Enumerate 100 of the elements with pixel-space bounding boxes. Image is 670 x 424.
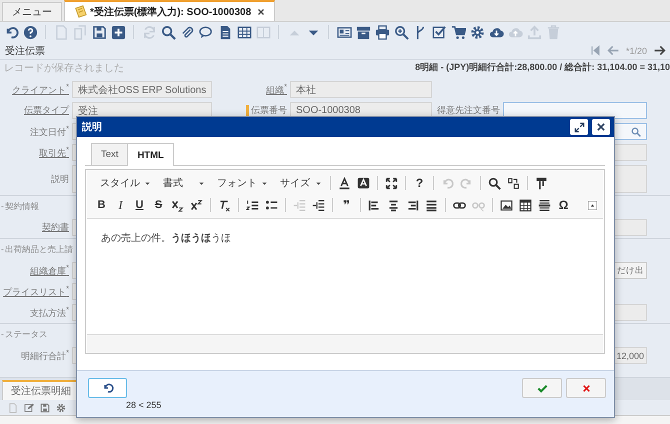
upload-icon: [526, 24, 542, 40]
document-tab[interactable]: メニュー: [2, 2, 62, 21]
editor-text: あの売上の件。うほうほうほ: [101, 232, 232, 245]
add-button[interactable]: [110, 24, 126, 40]
background-color-icon: [357, 176, 370, 190]
text-color-icon: [338, 176, 351, 190]
archive-icon: [356, 24, 370, 40]
trash-icon: [546, 24, 560, 40]
copy-icon: [72, 24, 88, 40]
subscript-icon: [171, 198, 184, 212]
clear-format-icon: [218, 198, 231, 212]
bulleted-list-icon: [265, 198, 278, 212]
format-button[interactable]: B: [93, 196, 110, 214]
window-title: 受注伝票: [5, 44, 45, 58]
help-button[interactable]: [22, 24, 38, 40]
collapse-toolbar-icon[interactable]: [588, 200, 597, 210]
table-icon: [519, 198, 532, 212]
align-center-icon: [387, 198, 400, 212]
cart-button[interactable]: [450, 24, 466, 40]
gear-button[interactable]: [469, 24, 485, 40]
format-dropdown[interactable]: 書式: [156, 174, 208, 192]
search-button[interactable]: [160, 24, 176, 40]
edit-icon: [24, 402, 34, 412]
template-icon: [535, 176, 548, 190]
format-button[interactable]: ?: [411, 174, 428, 192]
new-document-icon: [8, 402, 18, 412]
grid-icon: [236, 24, 252, 40]
search-icon: [488, 176, 501, 190]
field-label: 明細行合計$^{*}$: [21, 348, 69, 363]
undo-icon: [441, 176, 454, 190]
replace-icon: [507, 176, 520, 190]
search-icon: [631, 126, 641, 136]
document-tab[interactable]: *受注伝票(標準入力): SOO-1000308: [64, 0, 276, 21]
field-label[interactable]: クライアント$^{*}$: [12, 82, 69, 97]
justify-icon: [425, 198, 438, 212]
field-label[interactable]: 取引先$^{*}$: [39, 145, 69, 160]
field-label[interactable]: 伝票タイプ: [24, 104, 69, 117]
help-icon: [22, 24, 38, 40]
undo-icon: [102, 382, 114, 394]
numbered-list-icon: [246, 198, 259, 212]
checkmark-icon: [536, 382, 548, 394]
caret-icon: [144, 180, 151, 186]
split-view-icon: [256, 24, 270, 40]
format-button[interactable]: S: [150, 196, 167, 214]
image-icon: [500, 198, 513, 212]
close-icon: [257, 8, 266, 16]
archive-button[interactable]: [355, 24, 371, 40]
caret-icon: [261, 180, 268, 186]
field-label[interactable]: プライスリスト$^{*}$: [3, 284, 69, 299]
checkbox-button[interactable]: [431, 24, 447, 40]
grid-button[interactable]: [236, 24, 252, 40]
print-icon: [374, 24, 390, 40]
zoom-button[interactable]: [393, 24, 409, 40]
save-icon: [40, 402, 50, 412]
align-right-icon: [406, 198, 419, 212]
format-button[interactable]: ❞: [338, 196, 355, 214]
order-summary: 8明細 - (JPY)明細行合計:28,800.00 / 総合計: 31,104.00 = 31,10: [415, 61, 670, 74]
maximize-button[interactable]: [570, 119, 588, 135]
redo-icon: [460, 176, 473, 190]
format-dropdown[interactable]: サイズ: [273, 174, 325, 192]
field-label[interactable]: 組織$^{*}$: [266, 82, 287, 97]
save-button[interactable]: [91, 24, 107, 40]
format-button[interactable]: I: [112, 196, 129, 214]
ok-button[interactable]: [522, 378, 562, 398]
reset-button[interactable]: [88, 378, 127, 398]
input-field[interactable]: 株式会社OSS ERP Solutions: [72, 81, 212, 98]
superscript-icon: [190, 198, 203, 212]
field-label: 支払方法$^{*}$: [30, 305, 69, 320]
right-arrow-icon: [653, 44, 666, 57]
caret-icon: [198, 180, 205, 186]
maximize-icon: [385, 176, 398, 190]
field-label[interactable]: 組織倉庫$^{*}$: [30, 263, 69, 278]
format-button[interactable]: Ω: [555, 196, 572, 214]
tab-label: *受注伝票(標準入力): SOO-1000308: [90, 5, 252, 18]
editor-tab[interactable]: Text: [91, 143, 128, 165]
refresh-icon: [142, 24, 156, 40]
gear-icon: [470, 24, 484, 40]
report-button[interactable]: [336, 24, 352, 40]
format-dropdown[interactable]: スタイル: [93, 174, 154, 192]
next-record-button[interactable]: [653, 44, 666, 57]
field-label[interactable]: 契約書: [42, 221, 69, 234]
close-button[interactable]: [592, 119, 610, 135]
report-icon: [336, 24, 352, 40]
indent-icon: [312, 198, 325, 212]
format-dropdown[interactable]: フォント: [210, 174, 271, 192]
field-label: 伝票番号: [251, 104, 287, 117]
input-field[interactable]: 本社: [290, 81, 432, 98]
close-icon: [596, 122, 606, 132]
character-counter: 28 < 255: [126, 400, 162, 410]
search-icon: [160, 24, 176, 40]
format-button[interactable]: U: [131, 196, 148, 214]
new-document-icon: [54, 24, 68, 40]
print-button[interactable]: [374, 24, 390, 40]
cancel-button[interactable]: [566, 378, 606, 398]
field-label: 説明: [51, 172, 69, 186]
editor-tab[interactable]: HTML: [127, 143, 174, 166]
record-position: *1/20: [626, 46, 647, 56]
chat-button[interactable]: [198, 24, 214, 40]
field-label: 得意先注文番号: [437, 104, 500, 117]
caret-icon: [315, 180, 322, 186]
